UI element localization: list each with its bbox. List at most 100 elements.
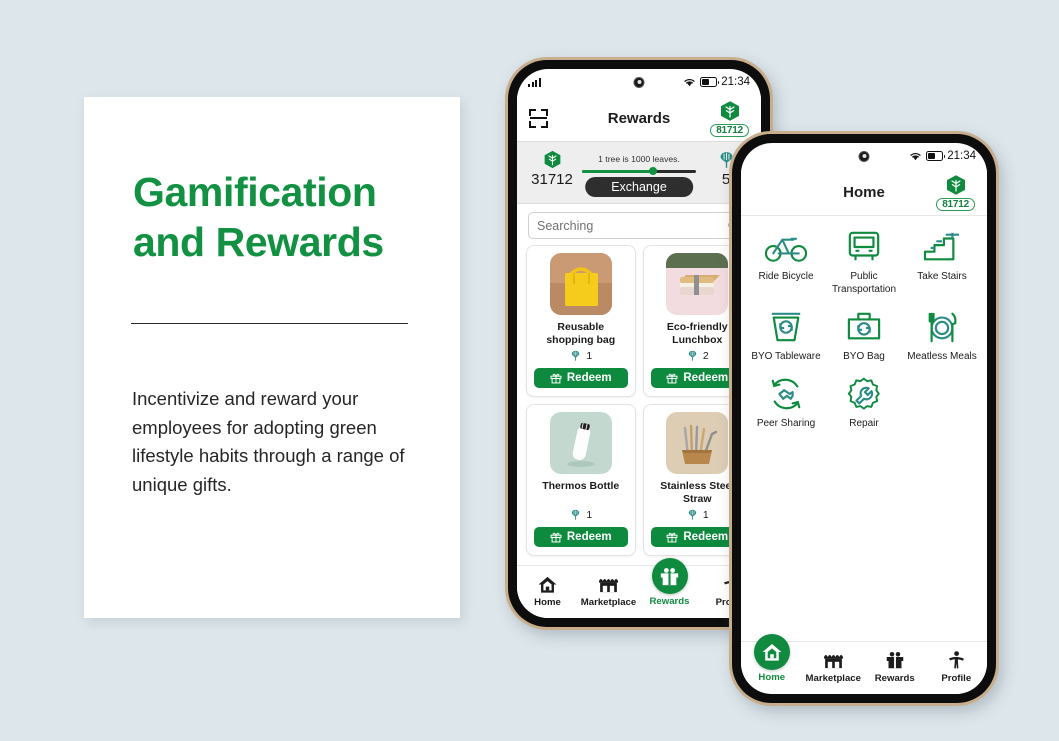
habit-repair[interactable]: Repair xyxy=(825,377,903,430)
status-bar: 21:34 xyxy=(517,69,761,95)
exchange-slider[interactable] xyxy=(582,167,696,176)
tree-icon xyxy=(688,509,697,520)
habit-byo-bag[interactable]: BYO Bag xyxy=(825,310,903,363)
product-cost: 2 xyxy=(686,349,709,362)
leaves-counter: 31712 xyxy=(528,149,576,188)
product-cost-value: 1 xyxy=(586,349,593,362)
tab-label: Home xyxy=(534,596,561,608)
rewards-fab[interactable] xyxy=(651,558,688,594)
home-screen: 21:34 Home 81712 Ride Bicycle Public Tra… xyxy=(741,143,987,694)
habit-label: Take Stairs xyxy=(917,271,967,282)
habit-take-stairs[interactable]: Take Stairs xyxy=(903,230,981,296)
redeem-label: Redeem xyxy=(566,531,612,543)
exchange-panel: 31712 1 tree is 1000 leaves. 5 Exchange xyxy=(517,141,761,204)
product-cost-value: 1 xyxy=(702,508,709,521)
wifi-icon xyxy=(684,79,695,87)
habit-label: Repair xyxy=(849,418,879,429)
product-image-thermos xyxy=(549,412,612,474)
divider xyxy=(131,323,408,324)
habit-meatless-meals[interactable]: Meatless Meals xyxy=(903,310,981,363)
gear-wrench-icon xyxy=(847,377,880,410)
leaves-value: 31712 xyxy=(531,171,573,188)
slider-fill xyxy=(582,170,653,173)
tab-marketplace[interactable]: Marketplace xyxy=(803,650,863,684)
habit-byo-tableware[interactable]: BYO Tableware xyxy=(747,310,825,363)
tab-home[interactable]: Home xyxy=(518,574,578,608)
home-header: Home 81712 xyxy=(741,169,987,215)
product-image-lunchbox xyxy=(666,253,729,315)
tab-marketplace[interactable]: Marketplace xyxy=(579,574,639,608)
tab-home[interactable]: Home xyxy=(742,634,802,683)
exchange-button[interactable]: Exchange xyxy=(585,177,693,197)
home-icon xyxy=(762,644,782,661)
product-card[interactable]: Reusable shopping bag 1 Redeem xyxy=(526,245,636,397)
gift-icon xyxy=(660,567,679,585)
slide-canvas: Gamification and Rewards Incentivize and… xyxy=(0,0,1059,741)
exchange-caption: 1 tree is 1000 leaves. xyxy=(598,154,680,164)
product-name: Reusable shopping bag xyxy=(546,321,616,346)
front-camera-icon xyxy=(858,150,870,162)
tree-icon xyxy=(572,350,580,361)
rewards-screen: 21:34 Rewards 81712 31712 1 tree is 1000… xyxy=(517,69,761,618)
gift-icon xyxy=(666,532,678,543)
tab-label: Marketplace xyxy=(805,672,861,684)
habit-label: Peer Sharing xyxy=(756,418,816,429)
slider-handle[interactable] xyxy=(648,167,657,176)
title-line-2: and Rewards xyxy=(133,219,384,265)
search-input[interactable]: Searching xyxy=(528,212,750,239)
gift-icon xyxy=(885,650,905,671)
habit-label: Ride Bicycle xyxy=(758,271,814,282)
stairs-icon xyxy=(923,232,959,261)
leaf-balance-badge[interactable]: 81712 xyxy=(710,99,749,137)
product-cost: 1 xyxy=(686,508,709,521)
person-icon xyxy=(946,650,966,671)
tab-label: Home xyxy=(758,672,786,683)
habit-label: Public Transportation xyxy=(831,271,897,295)
phone-home: 21:34 Home 81712 Ride Bicycle Public Tra… xyxy=(729,131,999,706)
bicycle-icon xyxy=(765,237,807,262)
product-card[interactable]: Thermos Bottle 1 Redeem xyxy=(526,404,636,556)
battery-icon xyxy=(700,77,720,87)
bottom-nav-rewards: Home Marketplace Rewards xyxy=(517,558,761,618)
plate-cutlery-icon xyxy=(928,312,957,343)
leaf-hex-icon xyxy=(720,101,739,121)
habit-public-transportation[interactable]: Public Transportation xyxy=(825,230,903,296)
store-icon xyxy=(822,650,845,671)
slide-description: Incentivize and reward your employees fo… xyxy=(132,388,405,495)
status-time: 21:34 xyxy=(947,150,976,162)
rewards-product-grid: Reusable shopping bag 1 Redeem Eco-frien… xyxy=(517,245,761,556)
habit-peer-sharing[interactable]: Peer Sharing xyxy=(747,377,825,430)
leaf-balance-value: 81712 xyxy=(710,124,749,137)
redeem-label: Redeem xyxy=(683,531,729,543)
leaf-balance-badge[interactable]: 81712 xyxy=(936,173,975,211)
redeem-button[interactable]: Redeem xyxy=(534,368,628,388)
redeem-button[interactable]: Redeem xyxy=(534,527,628,547)
tab-label: Marketplace xyxy=(580,596,637,608)
habit-label: Meatless Meals xyxy=(907,351,977,362)
wifi-icon xyxy=(910,153,921,161)
tab-profile[interactable]: Profile xyxy=(926,650,986,684)
bus-icon xyxy=(848,231,880,261)
habit-ride-bicycle[interactable]: Ride Bicycle xyxy=(747,230,825,296)
gift-icon xyxy=(550,373,562,384)
product-image-reusable-bag xyxy=(549,253,612,315)
status-bar: 21:34 xyxy=(741,143,987,169)
tab-label: Rewards xyxy=(649,596,690,607)
gift-icon xyxy=(666,373,678,384)
tree-icon xyxy=(572,509,580,520)
product-cost: 1 xyxy=(569,508,592,521)
store-icon xyxy=(597,574,620,595)
tab-label: Profile xyxy=(941,672,972,684)
tree-icon xyxy=(688,350,697,361)
reusable-bag-icon xyxy=(847,312,881,340)
reusable-cup-icon xyxy=(771,312,801,342)
tab-rewards[interactable]: Rewards xyxy=(640,558,700,607)
product-cost: 1 xyxy=(569,349,592,362)
product-cost-value: 1 xyxy=(586,508,593,521)
habit-label: BYO Tableware xyxy=(751,351,821,362)
home-fab[interactable] xyxy=(753,634,790,670)
tab-rewards[interactable]: Rewards xyxy=(865,650,925,684)
product-name: Thermos Bottle xyxy=(542,480,620,492)
slide-card: Gamification and Rewards Incentivize and… xyxy=(84,97,460,618)
front-camera-icon xyxy=(633,76,645,88)
